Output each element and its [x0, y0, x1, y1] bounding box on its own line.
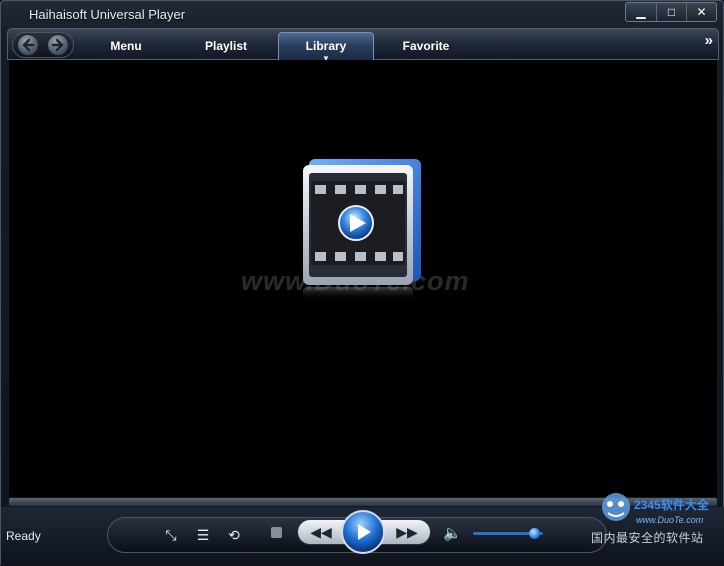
rewind-button[interactable]: ◀◀ [306, 523, 336, 541]
mini-mode-button[interactable]: ⤡ [161, 525, 181, 545]
play-button[interactable] [341, 510, 385, 554]
corner-logo-sub: www.DuoTe.com [636, 515, 704, 525]
repeat-button[interactable]: ⟲ [224, 525, 244, 545]
play-icon [358, 524, 371, 540]
fast-forward-button[interactable]: ▶▶ [392, 523, 422, 541]
status-text: Ready [6, 529, 41, 543]
tab-menu[interactable]: Menu [78, 32, 174, 60]
more-icon[interactable]: » [705, 32, 713, 49]
tab-favorite[interactable]: Favorite [378, 32, 474, 60]
close-icon: ✕ [696, 5, 707, 19]
tab-library[interactable]: Library ▼ [278, 32, 374, 63]
window-title: Haihaisoft Universal Player [29, 7, 186, 22]
maximize-icon: □ [667, 5, 676, 19]
arrow-left-icon [22, 38, 35, 52]
minimize-button[interactable]: ▁ [626, 3, 656, 21]
library-video-icon [303, 159, 421, 301]
rewind-icon: ◀◀ [310, 523, 332, 540]
playlist-button[interactable]: ☰ [193, 525, 213, 545]
window-controls: ▁ □ ✕ [625, 2, 717, 22]
tab-label: Playlist [204, 39, 248, 53]
volume-icon[interactable]: 🔈 [443, 524, 462, 542]
maximize-button[interactable]: □ [656, 3, 686, 21]
mini-mode-icon: ⤡ [165, 526, 177, 543]
tab-label: Favorite [402, 39, 450, 53]
tab-playlist[interactable]: Playlist [178, 32, 274, 60]
navigation-buttons [12, 32, 74, 58]
back-button[interactable] [17, 34, 39, 56]
stop-button[interactable] [271, 527, 282, 538]
list-icon: ☰ [196, 526, 210, 543]
forward-button[interactable] [47, 34, 69, 56]
tab-label: Menu [110, 39, 142, 53]
player-window: Haihaisoft Universal Player ▁ □ ✕ Menu P… [0, 0, 724, 566]
fast-forward-icon: ▶▶ [396, 523, 418, 540]
repeat-icon: ⟲ [228, 526, 240, 543]
main-toolbar: Menu Playlist Library ▼ Favorite » [7, 28, 719, 63]
volume-slider[interactable] [473, 528, 543, 539]
corner-logo-text: 2345软件大全 [634, 497, 710, 512]
tab-label: Library [305, 39, 347, 53]
close-button[interactable]: ✕ [686, 3, 716, 21]
minimize-icon: ▁ [636, 5, 646, 19]
corner-caption: 国内最安全的软件站 [591, 531, 704, 545]
arrow-right-icon [51, 38, 64, 52]
